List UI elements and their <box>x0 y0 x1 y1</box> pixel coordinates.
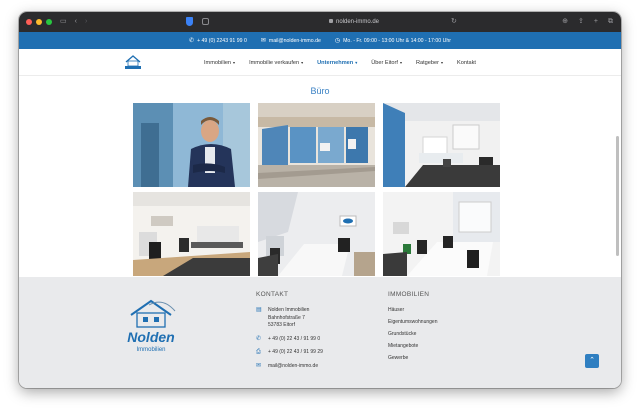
footer-fax: ⎙ + 49 (0) 22 43 / 91 99 29 <box>256 349 323 357</box>
footer-link-gewerbe[interactable]: Gewerbe <box>388 355 437 361</box>
nav-item-unternehmen[interactable]: Unternehmen ▾ <box>317 60 357 66</box>
topbar-phone[interactable]: ✆ + 49 (0) 2243 91 99 0 <box>189 37 247 45</box>
phone-icon: ✆ <box>189 38 195 44</box>
nav-item-ratgeber[interactable]: Ratgeber ▾ <box>416 60 443 66</box>
chevron-down-icon: ▾ <box>233 60 236 65</box>
close-window-button[interactable] <box>26 19 32 25</box>
address-card-icon: ▤ <box>256 307 262 313</box>
address-bar[interactable]: nolden-immo.de <box>259 16 449 28</box>
footer-realestate-heading: IMMOBILIEN <box>388 291 430 298</box>
footer-contact: KONTAKT ▤ Nolden Immobilien Bahnhofstraß… <box>256 291 323 376</box>
topbar-hours-text: Mo. - Fr. 09:00 - 13:00 Uhr & 14:00 - 17… <box>343 37 451 44</box>
nav-item-label: Immobilie verkaufen <box>249 59 300 66</box>
footer-link-mietangebote[interactable]: Mietangebote <box>388 343 437 349</box>
footer-street: Bahnhofstraße 7 <box>268 314 305 321</box>
chevron-down-icon: ▾ <box>399 60 402 65</box>
footer-email[interactable]: ✉ mail@nolden-immo.de <box>256 363 323 371</box>
phone-icon: ✆ <box>256 335 262 342</box>
browser-toolbar: ▭ ‹ › nolden-immo.de ↻ ⊕ ⇪ + ⧉ <box>19 12 621 32</box>
main-content: Büro <box>19 76 621 276</box>
forward-icon[interactable]: › <box>85 12 87 32</box>
gallery-photo[interactable] <box>133 103 250 187</box>
nav-item-label: Über Eitorf <box>371 59 398 66</box>
gallery-photo[interactable] <box>383 103 500 187</box>
topbar-phone-text: + 49 (0) 2243 91 99 0 <box>197 37 247 44</box>
privacy-shield-icon[interactable] <box>186 17 193 26</box>
gallery-photo[interactable] <box>258 103 375 187</box>
url-text: nolden-immo.de <box>335 19 380 25</box>
topbar-hours: ◷ Mo. - Fr. 09:00 - 13:00 Uhr & 14:00 - … <box>334 37 451 45</box>
page-scrollbar[interactable] <box>616 136 619 256</box>
nav-item-immobilien[interactable]: Immobilien ▾ <box>204 60 235 66</box>
footer-link-eigentumswohnungen[interactable]: Eigentumswohnungen <box>388 319 437 325</box>
nav-item-immobilie-verkaufen[interactable]: Immobilie verkaufen ▾ <box>249 60 303 66</box>
scroll-to-top-button[interactable]: ⌃ <box>585 354 599 368</box>
gallery-photo[interactable] <box>133 192 250 276</box>
footer-fax-text: + 49 (0) 22 43 / 91 99 29 <box>268 349 323 355</box>
mail-icon: ✉ <box>256 362 262 369</box>
nav-item-label: Ratgeber <box>415 59 439 66</box>
tabs-overview-icon[interactable]: ⧉ <box>608 12 613 32</box>
logo-subtext: Immobilien <box>136 347 165 353</box>
office-gallery <box>133 103 501 276</box>
nav-item-label: Unternehmen <box>317 59 354 66</box>
footer-company: Nolden Immobilien <box>268 307 310 313</box>
section-title: Büro <box>310 86 330 96</box>
topbar-email-text: mail@nolden-immo.de <box>268 37 321 44</box>
nav-item-label: Kontakt <box>457 59 476 66</box>
fax-icon: ⎙ <box>256 349 261 355</box>
nav-item-label: Immobilien <box>204 59 232 66</box>
tab-icon[interactable] <box>202 18 209 25</box>
footer-contact-heading: KONTAKT <box>256 291 289 298</box>
lock-icon <box>328 19 333 24</box>
footer-email-text: mail@nolden-immo.de <box>268 362 319 369</box>
nav-item-ueber-eitorf[interactable]: Über Eitorf ▾ <box>371 60 402 66</box>
topbar-email[interactable]: ✉ mail@nolden-immo.de <box>260 37 321 45</box>
zoom-window-button[interactable] <box>46 19 52 25</box>
sidebar-icon[interactable]: ▭ <box>60 12 67 32</box>
nolden-logo[interactable] <box>123 53 143 71</box>
footer: Nolden Immobilien KONTAKT ▤ Nolden Immob… <box>19 277 621 388</box>
nav-links: Immobilien ▾ Immobilie verkaufen ▾ Unterne… <box>204 49 476 76</box>
footer-realestate-list: Häuser Eigentumswohnungen Grundstücke Mi… <box>388 307 437 361</box>
logo-text: Nolden <box>127 329 174 345</box>
chevron-down-icon: ▾ <box>301 60 304 65</box>
share-icon[interactable]: ⇪ <box>578 12 584 32</box>
footer-link-grundstuecke[interactable]: Grundstücke <box>388 331 437 337</box>
mail-icon: ✉ <box>260 38 266 44</box>
download-icon[interactable]: ⊕ <box>562 12 568 32</box>
browser-actions: ⊕ ⇪ + ⧉ <box>562 12 613 32</box>
chevron-up-icon: ⌃ <box>589 357 595 364</box>
nav-item-kontakt[interactable]: Kontakt <box>457 60 476 66</box>
footer-phone[interactable]: ✆ + 49 (0) 22 43 / 91 99 0 <box>256 336 323 344</box>
back-icon[interactable]: ‹ <box>75 12 77 32</box>
chevron-down-icon: ▾ <box>355 60 358 65</box>
footer-phone-text: + 49 (0) 22 43 / 91 99 0 <box>268 335 321 342</box>
footer-city: 53783 Eitorf <box>268 322 295 328</box>
browser-window: ▭ ‹ › nolden-immo.de ↻ ⊕ ⇪ + ⧉ ✆ + 49 (0… <box>19 12 621 388</box>
main-navigation: Immobilien ▾ Immobilie verkaufen ▾ Unterne… <box>19 49 621 76</box>
new-tab-icon[interactable]: + <box>594 12 598 32</box>
gallery-photo[interactable] <box>383 192 500 276</box>
chevron-down-icon: ▾ <box>440 60 443 65</box>
contact-topbar: ✆ + 49 (0) 2243 91 99 0 ✉ mail@nolden-im… <box>19 32 621 49</box>
footer-realestate: IMMOBILIEN Häuser Eigentumswohnungen Gru… <box>388 291 437 367</box>
footer-link-haeuser[interactable]: Häuser <box>388 307 437 313</box>
footer-address: ▤ Nolden Immobilien Bahnhofstraße 7 5378… <box>256 307 323 330</box>
nolden-immobilien-logo[interactable]: Nolden Immobilien <box>119 295 183 355</box>
reload-icon[interactable]: ↻ <box>451 12 457 32</box>
minimize-window-button[interactable] <box>36 19 42 25</box>
gallery-photo[interactable] <box>258 192 375 276</box>
window-controls <box>26 19 52 25</box>
clock-icon: ◷ <box>334 38 341 44</box>
